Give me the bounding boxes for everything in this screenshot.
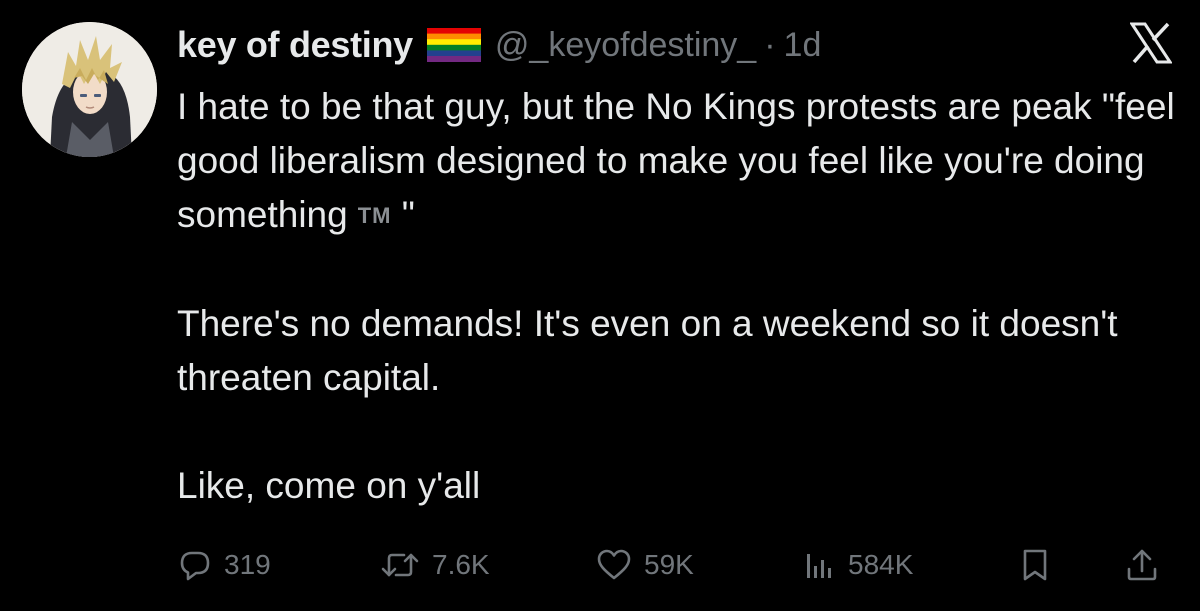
reply-icon bbox=[180, 551, 210, 581]
like-count: 59K bbox=[644, 549, 694, 580]
tweet-paragraph: I hate to be that guy, but the No Kings … bbox=[177, 86, 1175, 235]
avatar-image bbox=[22, 22, 157, 157]
views-count: 584K bbox=[848, 549, 914, 580]
rainbow-pride-flag-icon bbox=[426, 28, 481, 62]
heart-icon bbox=[597, 549, 631, 580]
bookmark-icon bbox=[1023, 549, 1047, 581]
share-icon bbox=[1127, 549, 1157, 581]
avatar[interactable] bbox=[22, 22, 157, 157]
tweet-card: key of destiny @_keyofdestiny_ · 1d I ha… bbox=[0, 0, 1200, 611]
tweet-timestamp[interactable]: 1d bbox=[784, 26, 822, 65]
share-button[interactable] bbox=[1124, 540, 1160, 590]
display-name[interactable]: key of destiny bbox=[177, 24, 413, 66]
bookmark-button[interactable] bbox=[1018, 540, 1052, 590]
action-bar: 319 7.6K 59K 584K bbox=[0, 540, 1200, 590]
views-bar-chart-icon bbox=[807, 554, 831, 578]
retweet-count: 7.6K bbox=[432, 549, 490, 580]
tweet-paragraph: There's no demands! It's even on a weeke… bbox=[177, 303, 1118, 398]
closing-quote: " bbox=[401, 194, 415, 235]
trademark-mark: TM bbox=[357, 203, 392, 228]
views-button[interactable]: 584K bbox=[802, 540, 913, 590]
tweet-header: key of destiny @_keyofdestiny_ · 1d bbox=[177, 20, 821, 70]
reply-count: 319 bbox=[224, 549, 271, 580]
x-logo-icon bbox=[1129, 22, 1173, 64]
like-button[interactable]: 59K bbox=[596, 540, 694, 590]
header-separator: · bbox=[764, 25, 776, 64]
reply-button[interactable]: 319 bbox=[178, 540, 271, 590]
user-handle[interactable]: @_keyofdestiny_ bbox=[495, 26, 756, 65]
tweet-text: I hate to be that guy, but the No Kings … bbox=[177, 80, 1177, 513]
tweet-paragraph: Like, come on y'all bbox=[177, 465, 481, 506]
retweet-icon bbox=[381, 553, 419, 577]
retweet-button[interactable]: 7.6K bbox=[380, 540, 490, 590]
